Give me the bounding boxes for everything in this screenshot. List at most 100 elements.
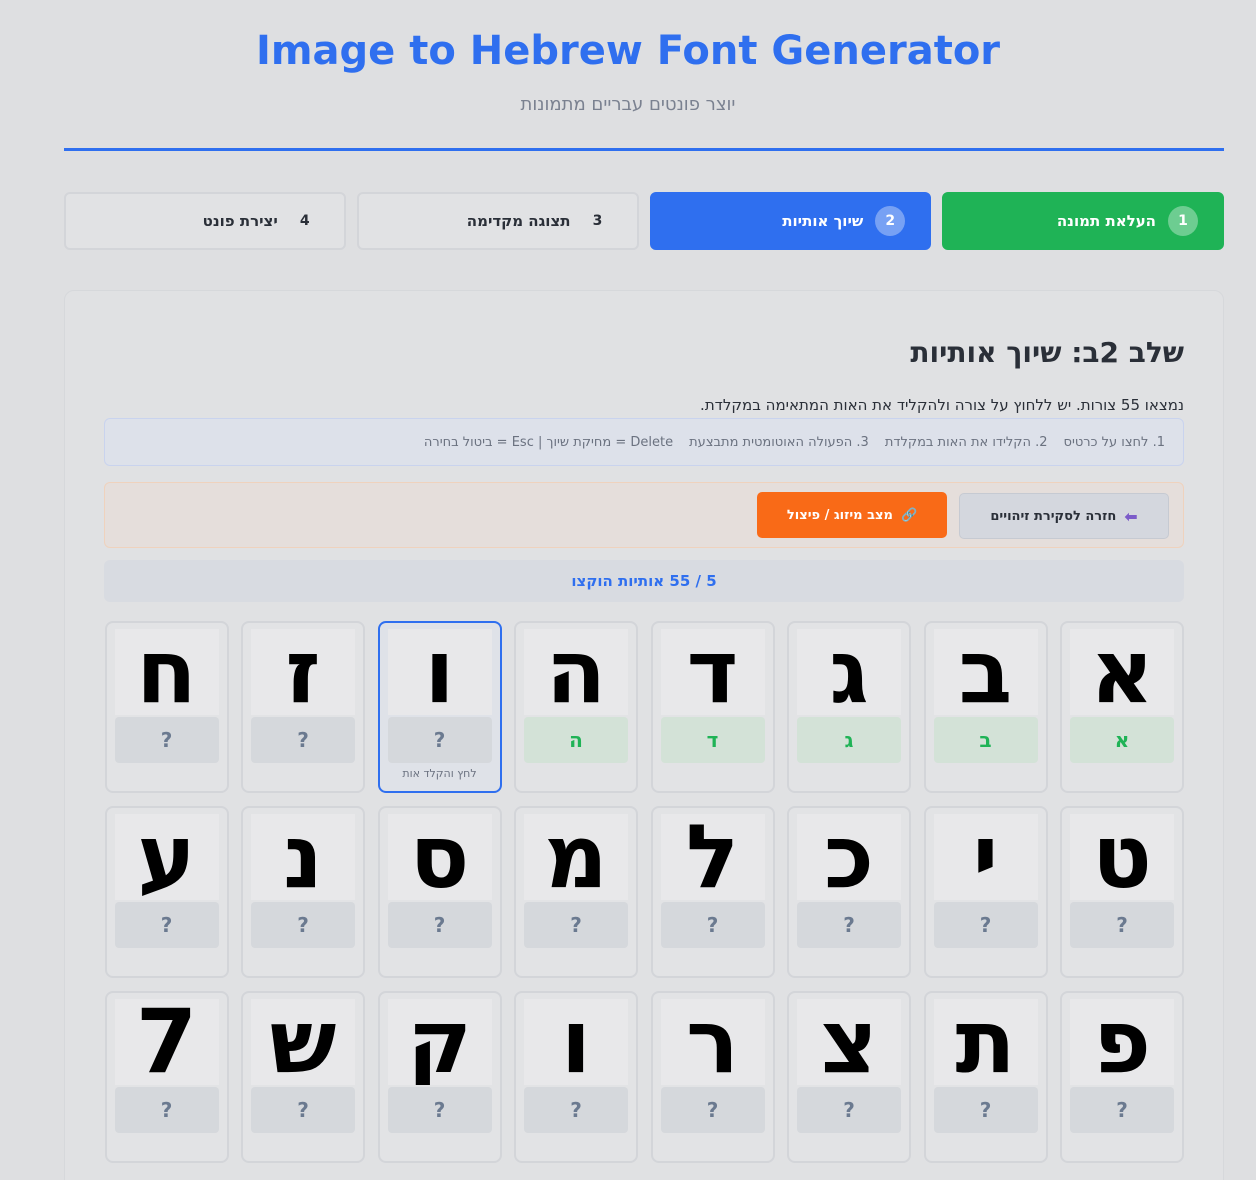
assigned-letter: ?: [524, 1087, 628, 1133]
glyph-image: ו: [524, 999, 628, 1085]
glyph-image: 7: [114, 999, 219, 1085]
glyph-image: א: [1070, 629, 1174, 715]
glyph-image: ד: [660, 629, 765, 715]
assigned-letter: ב: [933, 717, 1038, 763]
glyph-tile[interactable]: ט?: [1060, 806, 1184, 978]
glyph-tile[interactable]: ו?: [514, 991, 638, 1163]
step-indicator: 1 העלאת תמונה 2 שיוך אותיות 3 תצוגה מקדי…: [64, 192, 1224, 250]
glyph-tile[interactable]: ע?: [104, 806, 229, 978]
back-button-label: חזרה לסקירת זיהויים: [990, 508, 1117, 524]
glyph-image: צ: [797, 999, 901, 1085]
assigned-letter: ?: [114, 717, 219, 763]
glyph-tile[interactable]: מ?: [514, 806, 638, 978]
glyph-tile[interactable]: דד: [650, 621, 775, 793]
step-assign[interactable]: 2 שיוך אותיות: [649, 192, 932, 250]
glyph-tile[interactable]: ת?: [923, 991, 1048, 1163]
glyph-image: ש: [251, 999, 355, 1085]
glyph-tile[interactable]: ק?: [377, 991, 502, 1163]
glyph-image: ס: [387, 814, 492, 900]
step-label: יצירת פונט: [202, 212, 278, 230]
assigned-letter: ג: [797, 717, 901, 763]
glyph-tile[interactable]: בב: [923, 621, 1048, 793]
assigned-letter: ד: [660, 717, 765, 763]
step-upload[interactable]: 1 העלאת תמונה: [942, 192, 1224, 250]
assigned-letter: ?: [524, 902, 628, 948]
glyph-tile[interactable]: ר?: [650, 991, 775, 1163]
step-number: 4: [299, 213, 310, 229]
glyph-tile[interactable]: י?: [923, 806, 1048, 978]
glyph-tile[interactable]: צ?: [787, 991, 911, 1163]
glyph-tile[interactable]: הה: [514, 621, 638, 793]
glyph-tile[interactable]: פ?: [1060, 991, 1184, 1163]
glyph-image: פ: [1070, 999, 1174, 1085]
instruction-item: 3. הפעולה האוטומטית מתבצעת: [689, 434, 869, 450]
step-label: תצוגה מקדימה: [466, 212, 571, 230]
assigned-letter: ?: [251, 717, 355, 763]
link-icon: 🔗: [900, 507, 918, 523]
glyph-tile[interactable]: כ?: [787, 806, 911, 978]
glyph-tile[interactable]: ז?: [241, 621, 365, 793]
glyph-image: ז: [251, 629, 355, 715]
assignment-progress: 5 / 55 אותיות הוקצו: [104, 560, 1184, 602]
assigned-letter: ?: [387, 902, 492, 948]
glyph-tile[interactable]: גג: [787, 621, 911, 793]
assigned-letter: ?: [933, 902, 1038, 948]
glyph-image: ק: [387, 999, 492, 1085]
merge-split-button[interactable]: 🔗 מצב מיזוג / פיצול: [757, 492, 947, 538]
glyph-image: ת: [933, 999, 1038, 1085]
assigned-letter: א: [1070, 717, 1174, 763]
assigned-letter: ?: [387, 1087, 492, 1133]
glyph-image: ג: [797, 629, 901, 715]
assigned-letter: ?: [387, 717, 492, 763]
glyph-tile[interactable]: ח?: [104, 621, 229, 793]
back-to-review-button[interactable]: ⬅ חזרה לסקירת זיהויים: [959, 493, 1169, 539]
assigned-letter: ה: [524, 717, 628, 763]
instruction-item: 1. לחצו על כרטיס: [1063, 434, 1165, 450]
glyph-tile[interactable]: נ?: [241, 806, 365, 978]
step-number: 2: [875, 206, 906, 236]
assigned-letter: ?: [251, 902, 355, 948]
assigned-letter: ?: [114, 902, 219, 948]
assigned-letter: ?: [251, 1087, 355, 1133]
merge-button-label: מצב מיזוג / פיצול: [786, 507, 893, 523]
glyph-image: ח: [114, 629, 219, 715]
step-number: 1: [1168, 206, 1198, 236]
assigned-letter: ?: [933, 1087, 1038, 1133]
instruction-item: 2. הקלידו את האות במקלדת: [884, 434, 1048, 450]
section-description: נמצאו 55 צורות. יש ללחוץ על צורה ולהקליד…: [700, 396, 1184, 414]
glyph-grid: א א ב ב ג ג ד ד ה ה ו? לחץ והקלד אות ז? ח? ט? י? כ? ל? מ? ס…: [104, 621, 1184, 1163]
glyph-tile[interactable]: ו? לחץ והקלד אות: [377, 621, 502, 793]
step-label: שיוך אותיות: [782, 212, 864, 230]
assigned-letter: ?: [797, 902, 901, 948]
assigned-letter: ?: [660, 902, 765, 948]
glyph-image: ו: [387, 629, 492, 715]
page-subtitle: יוצר פונטים עבריים מתמונות: [520, 94, 736, 115]
tile-hint: לחץ והקלד אות: [402, 767, 477, 780]
glyph-image: כ: [797, 814, 901, 900]
step-generate[interactable]: 4 יצירת פונט: [64, 192, 346, 250]
assigned-letter: ?: [1070, 1087, 1174, 1133]
glyph-tile[interactable]: אא: [1060, 621, 1184, 793]
glyph-image: נ: [251, 814, 355, 900]
assigned-letter: ?: [1070, 902, 1174, 948]
glyph-tile[interactable]: ש?: [241, 991, 365, 1163]
glyph-image: י: [933, 814, 1038, 900]
glyph-image: ל: [660, 814, 765, 900]
glyph-tile[interactable]: 7?: [104, 991, 229, 1163]
step-number: 3: [592, 213, 603, 229]
glyph-tile[interactable]: ס?: [377, 806, 502, 978]
assigned-letter: ?: [114, 1087, 219, 1133]
step-preview[interactable]: 3 תצוגה מקדימה: [356, 192, 639, 250]
glyph-image: ע: [114, 814, 219, 900]
back-arrow-icon: ⬅: [1124, 506, 1138, 526]
glyph-tile[interactable]: ל?: [650, 806, 775, 978]
glyph-image: ט: [1070, 814, 1174, 900]
assigned-letter: ?: [797, 1087, 901, 1133]
glyph-image: ר: [660, 999, 765, 1085]
page-title: Image to Hebrew Font Generator: [255, 28, 1001, 74]
instructions-box: 1. לחצו על כרטיס 2. הקלידו את האות במקלד…: [104, 418, 1184, 466]
glyph-image: ה: [524, 629, 628, 715]
action-toolbar: ⬅ חזרה לסקירת זיהויים 🔗 מצב מיזוג / פיצו…: [104, 482, 1184, 548]
step-label: העלאת תמונה: [1056, 212, 1156, 230]
section-heading: שלב 2ב: שיוך אותיות: [910, 336, 1184, 369]
